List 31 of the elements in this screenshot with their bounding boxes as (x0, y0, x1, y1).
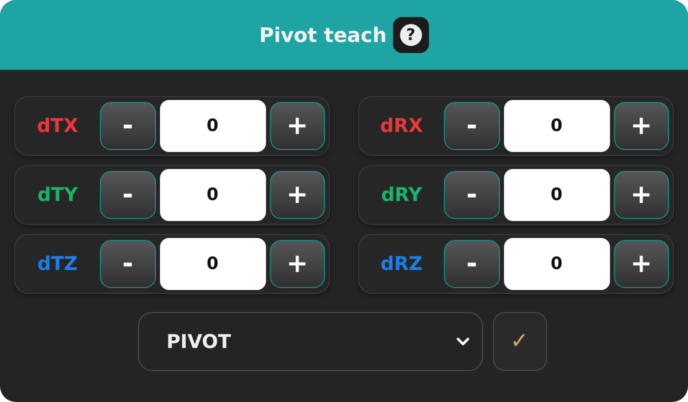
decrement-button[interactable]: - (444, 102, 500, 150)
decrement-button[interactable]: - (100, 102, 156, 150)
axis-label: dRY (380, 184, 424, 206)
axis-label: dTY (36, 184, 79, 206)
value-field[interactable]: 0 (504, 100, 610, 152)
increment-button[interactable]: + (270, 171, 325, 219)
increment-button[interactable]: + (270, 102, 325, 150)
value-field[interactable]: 0 (160, 238, 266, 290)
decrement-button[interactable]: - (100, 240, 156, 288)
decrement-button[interactable]: - (100, 171, 156, 219)
value-field[interactable]: 0 (504, 238, 610, 290)
dropdown-value: PIVOT (166, 330, 231, 352)
axis-label: dRZ (380, 253, 424, 275)
decrement-button[interactable]: - (444, 171, 500, 219)
help-icon: ? (400, 24, 422, 46)
confirm-button[interactable]: ✓ (492, 312, 546, 371)
value-field[interactable]: 0 (504, 169, 610, 221)
value-field[interactable]: 0 (160, 100, 266, 152)
help-button[interactable]: ? (392, 16, 429, 52)
decrement-button[interactable]: - (444, 240, 500, 288)
axis-label: dTX (36, 115, 80, 137)
mode-dropdown[interactable]: PIVOT (138, 312, 482, 371)
increment-button[interactable]: + (270, 240, 325, 288)
increment-button[interactable]: + (614, 102, 669, 150)
increment-button[interactable]: + (614, 171, 669, 219)
chevron-icon (456, 337, 470, 346)
axis-label: dTZ (36, 253, 79, 275)
panel-title: Pivot teach (259, 22, 387, 46)
value-field[interactable]: 0 (160, 169, 266, 221)
increment-button[interactable]: + (614, 240, 669, 288)
axis-label: dRX (379, 115, 424, 137)
